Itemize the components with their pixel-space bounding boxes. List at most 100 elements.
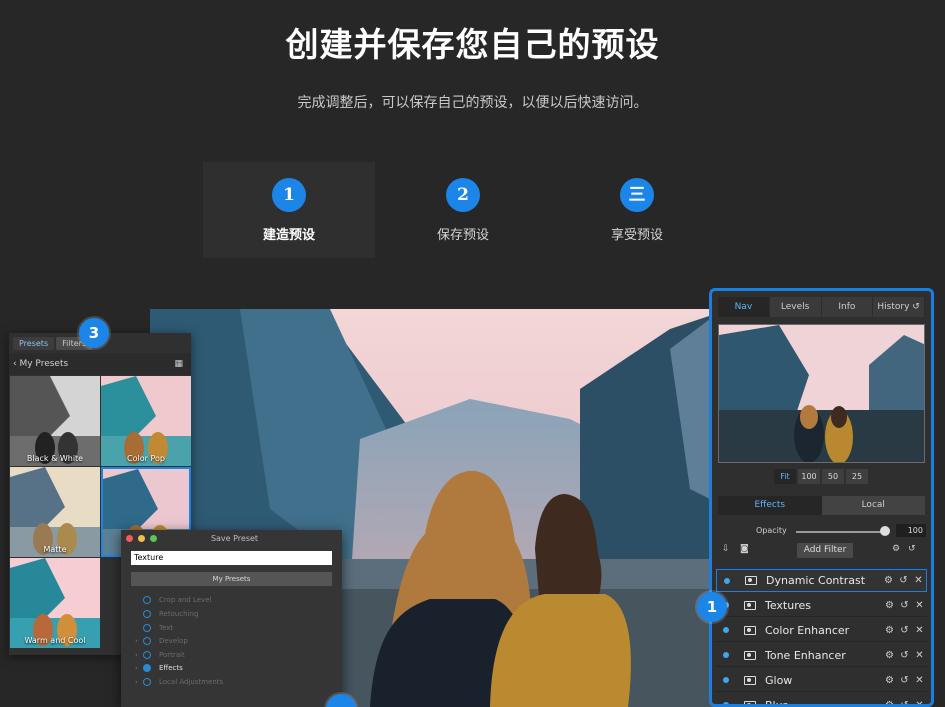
- option-local-adjustments[interactable]: › Local Adjustments: [135, 678, 223, 686]
- option-label: Text: [159, 624, 174, 632]
- option-develop[interactable]: › Develop: [135, 637, 188, 645]
- back-button[interactable]: ‹ My Presets: [13, 359, 68, 369]
- tab-levels[interactable]: Levels: [770, 297, 822, 317]
- mask-icon[interactable]: ◙: [740, 544, 749, 554]
- close-icon[interactable]: ✕: [912, 600, 927, 611]
- close-icon[interactable]: ✕: [912, 625, 927, 636]
- reset-icon[interactable]: ↺: [908, 544, 916, 554]
- preset-thumb-black-white[interactable]: Black & White: [10, 376, 100, 466]
- zoom-controls: Fit 100 50 25: [774, 469, 868, 484]
- effect-row-tone-enhancer[interactable]: Tone Enhancer ⚙ ↺ ✕: [716, 644, 927, 667]
- mask-icon[interactable]: [744, 675, 756, 685]
- callout-badge-3: 3: [79, 318, 109, 348]
- opacity-value-field[interactable]: 100: [896, 524, 926, 537]
- tab-history-label: History: [877, 302, 910, 312]
- gear-icon[interactable]: ⚙: [882, 700, 897, 705]
- preset-thumb-warm-cool[interactable]: Warm and Cool: [10, 558, 100, 648]
- gear-icon[interactable]: ⚙: [882, 625, 897, 636]
- effect-row-color-enhancer[interactable]: Color Enhancer ⚙ ↺ ✕: [716, 619, 927, 642]
- close-icon[interactable]: ✕: [912, 700, 927, 705]
- effect-row-blur[interactable]: Blur ⚙ ↺ ✕: [716, 694, 927, 705]
- navigator-preview[interactable]: [718, 324, 925, 463]
- checkbox-circle-icon: [143, 678, 151, 686]
- checkbox-circle-icon: [143, 610, 151, 618]
- presets-breadcrumb: ‹ My Presets ▦: [9, 353, 191, 375]
- import-icon[interactable]: ⇩: [722, 544, 730, 554]
- effect-name: Textures: [765, 598, 811, 612]
- minimize-window-icon[interactable]: [138, 534, 145, 542]
- preset-category-select[interactable]: My Presets: [131, 572, 332, 586]
- checkbox-circle-icon: [143, 596, 151, 604]
- tab-nav[interactable]: Nav: [718, 297, 770, 317]
- option-crop-level[interactable]: Crop and Level: [135, 596, 211, 604]
- preset-thumb-matte[interactable]: Matte: [10, 467, 100, 557]
- effect-row-glow[interactable]: Glow ⚙ ↺ ✕: [716, 669, 927, 692]
- effect-enabled-dot[interactable]: [723, 652, 729, 658]
- option-label: Retouching: [159, 610, 199, 618]
- tab-presets[interactable]: Presets: [13, 336, 55, 350]
- checkbox-circle-icon: [143, 651, 151, 659]
- mask-icon[interactable]: [744, 625, 756, 635]
- mask-icon[interactable]: [745, 576, 757, 585]
- zoom-50-button[interactable]: 50: [822, 469, 844, 484]
- close-window-icon[interactable]: [126, 534, 133, 542]
- option-text[interactable]: Text: [135, 624, 173, 632]
- tab-local[interactable]: Local: [821, 496, 925, 515]
- maximize-window-icon[interactable]: [150, 534, 157, 542]
- gear-icon[interactable]: ⚙: [882, 675, 897, 686]
- edit-panel: Nav Levels Info History ↺ Fit 100 50 25 …: [709, 288, 934, 707]
- nav-tab-bar: Nav Levels Info History ↺: [718, 297, 925, 317]
- back-label: My Presets: [19, 359, 69, 369]
- undo-icon: ↺: [912, 302, 920, 312]
- option-label: Effects: [159, 664, 183, 672]
- tab-history[interactable]: History ↺: [873, 297, 925, 317]
- option-label: Portrait: [159, 651, 185, 659]
- step-number-badge: 2: [446, 178, 480, 212]
- add-filter-button[interactable]: Add Filter: [797, 543, 853, 558]
- close-icon[interactable]: ✕: [912, 650, 927, 661]
- mask-icon[interactable]: [744, 650, 756, 660]
- option-effects[interactable]: › Effects: [135, 664, 183, 672]
- step-number-badge: 1: [272, 178, 306, 212]
- zoom-100-button[interactable]: 100: [798, 469, 820, 484]
- tab-effects[interactable]: Effects: [718, 496, 822, 515]
- zoom-fit-button[interactable]: Fit: [774, 469, 796, 484]
- gear-icon[interactable]: ⚙: [882, 650, 897, 661]
- effect-enabled-dot[interactable]: [723, 627, 729, 633]
- option-portrait[interactable]: › Portrait: [135, 651, 185, 659]
- effect-enabled-dot[interactable]: [724, 577, 730, 584]
- reset-icon[interactable]: ↺: [897, 600, 912, 611]
- close-icon[interactable]: ✕: [912, 675, 927, 686]
- effect-row-dynamic-contrast[interactable]: Dynamic Contrast ⚙ ↺ ✕: [716, 569, 927, 592]
- preset-name-input[interactable]: Texture: [131, 551, 332, 565]
- effect-enabled-dot[interactable]: [723, 677, 729, 683]
- mask-icon[interactable]: [744, 700, 756, 704]
- effect-row-textures[interactable]: Textures ⚙ ↺ ✕: [716, 594, 927, 617]
- grid-view-icon[interactable]: ▦: [174, 359, 183, 369]
- page-title: 创建并保存您自己的预设: [285, 25, 660, 64]
- reset-icon[interactable]: ↺: [897, 700, 912, 705]
- preset-thumb-color-pop[interactable]: Color Pop: [101, 376, 191, 466]
- mask-icon[interactable]: [744, 600, 756, 610]
- chevron-right-icon: ›: [135, 637, 138, 645]
- effect-enabled-dot[interactable]: [723, 702, 729, 704]
- page-subtitle: 完成调整后，可以保存自己的预设，以便以后快速访问。: [297, 95, 648, 111]
- reset-icon[interactable]: ↺: [897, 675, 912, 686]
- gear-icon[interactable]: ⚙: [882, 600, 897, 611]
- option-retouching[interactable]: Retouching: [135, 610, 198, 618]
- step-tab-build[interactable]: 1 建造预设: [203, 162, 375, 258]
- gear-icon[interactable]: ⚙: [892, 544, 900, 554]
- zoom-25-button[interactable]: 25: [846, 469, 868, 484]
- close-icon[interactable]: ✕: [911, 575, 926, 586]
- step-tab-save[interactable]: 2 保存预设: [377, 162, 549, 258]
- gear-icon[interactable]: ⚙: [881, 575, 896, 586]
- tab-info[interactable]: Info: [822, 297, 874, 317]
- reset-icon[interactable]: ↺: [896, 575, 911, 586]
- effects-local-tabs: Effects Local: [718, 496, 925, 515]
- dialog-title: Save Preset: [210, 533, 259, 543]
- opacity-slider-handle[interactable]: [880, 526, 890, 536]
- reset-icon[interactable]: ↺: [897, 625, 912, 636]
- step-tab-enjoy[interactable]: 三 享受预设: [551, 162, 723, 258]
- reset-icon[interactable]: ↺: [897, 650, 912, 661]
- opacity-slider[interactable]: [796, 531, 888, 533]
